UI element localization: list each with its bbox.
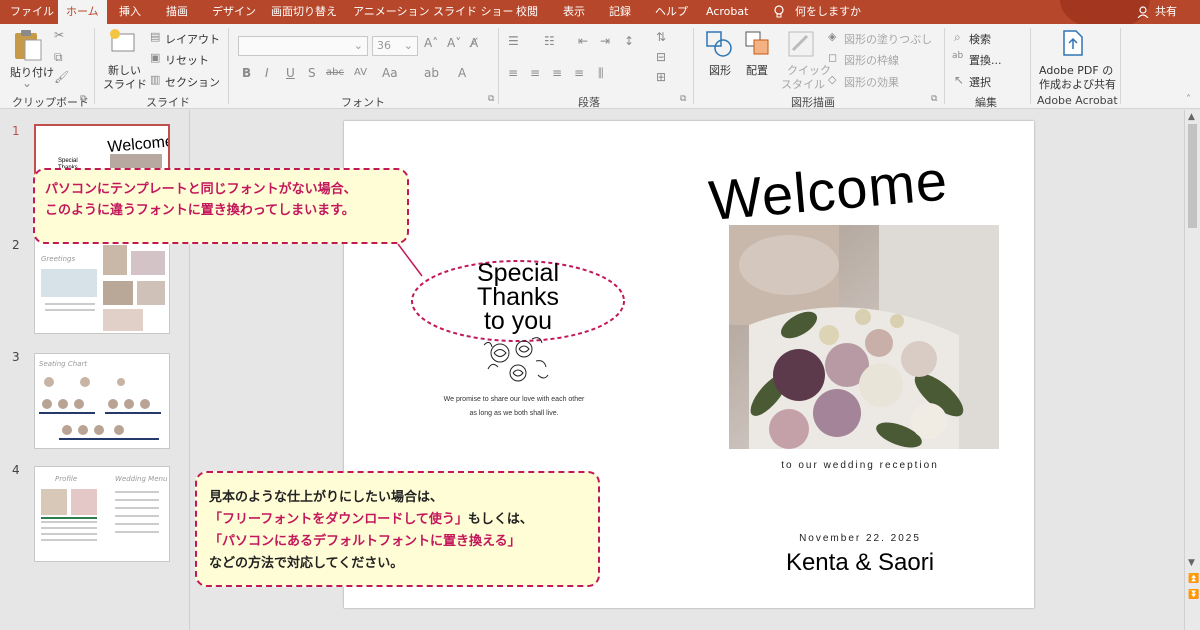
next-slide-icon[interactable]: ⏬ — [1188, 590, 1199, 600]
scroll-thumb[interactable] — [1188, 124, 1197, 228]
scroll-up-icon[interactable]: ▲ — [1188, 112, 1195, 122]
scroll-down-icon[interactable]: ▼ — [1188, 558, 1195, 568]
previous-slide-icon[interactable]: ⏫ — [1188, 574, 1199, 584]
font-warning-callout: パソコンにテンプレートと同じフォントがない場合、 このように違うフォントに置き換… — [33, 168, 409, 244]
callout-emphasis: 「パソコンにあるデフォルトフォントに置き換える」 — [209, 534, 521, 549]
vertical-scrollbar[interactable]: ▲ ▼ ⏫ ⏬ — [1184, 110, 1200, 630]
callout-line: などの方法で対応してください。 — [209, 556, 404, 571]
callout-line: 「フリーフォントをダウンロードして使う」もしくは、 — [209, 509, 598, 531]
callout-line: 見本のような仕上がりにしたい場合は、 — [209, 490, 444, 505]
font-solution-callout: 見本のような仕上がりにしたい場合は、 「フリーフォントをダウンロードして使う」も… — [195, 471, 600, 587]
callout-line: パソコンにテンプレートと同じフォントがない場合、 — [45, 182, 357, 197]
callout-emphasis: 「フリーフォントをダウンロードして使う」 — [209, 512, 468, 527]
callout-connector — [397, 243, 423, 277]
callout-text: もしくは、 — [467, 512, 533, 527]
callout-line: このように違うフォントに置き換わってしまいます。 — [45, 203, 355, 218]
